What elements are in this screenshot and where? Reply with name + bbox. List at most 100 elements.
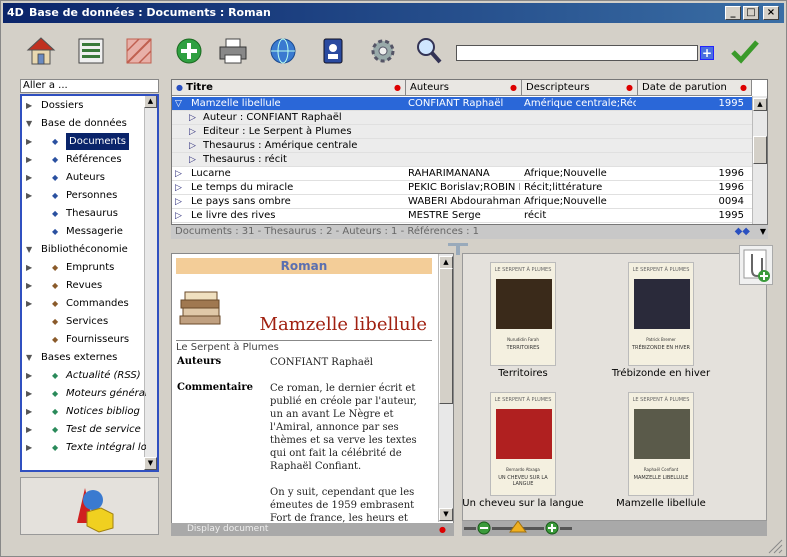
print-icon[interactable] <box>217 35 249 67</box>
sidebar-item-label: Bibliothéconomie <box>41 244 128 255</box>
book-cover[interactable]: LE SERPENT À PLUMES Bernardo Atxaga UN CHE… <box>490 392 556 496</box>
sidebar-item[interactable]: ▼ Base de données <box>22 115 146 132</box>
books-icon <box>179 291 221 325</box>
sidebar-item[interactable]: ▶ ◆ Actualité (RSS) <box>22 367 146 384</box>
document-scrollbar[interactable]: ▲ ▼ <box>438 254 453 522</box>
sidebar-item[interactable]: ▼ Bases externes <box>22 349 146 366</box>
column-header-title[interactable]: ● Titre ● <box>172 80 406 96</box>
table-row[interactable]: ▷ Lucarne RAHARIMANANA Afrique;Nouvelle 1996 <box>172 167 752 181</box>
collapsed-arrow-icon[interactable]: ▶ <box>26 277 32 294</box>
search-icon[interactable] <box>413 35 445 67</box>
scroll-down-icon[interactable]: ▼ <box>144 457 157 470</box>
table-subrow[interactable]: ▷ Thesaurus : récit <box>172 153 752 167</box>
required-dot-icon: ● <box>740 83 747 92</box>
collapsed-arrow-icon[interactable]: ▷ <box>189 139 196 153</box>
table-scrollbar[interactable]: ▲ ▼ <box>752 96 767 224</box>
search-plus-button[interactable]: + <box>700 46 714 60</box>
table-subrow[interactable]: ▷ Thesaurus : Amérique centrale <box>172 139 752 153</box>
scroll-up-icon[interactable]: ▲ <box>753 98 767 111</box>
document-publisher: Le Serpent à Plumes <box>176 340 432 353</box>
collapsed-arrow-icon[interactable]: ▶ <box>26 133 32 150</box>
collapsed-arrow-icon[interactable]: ▶ <box>26 439 32 456</box>
expanded-arrow-icon[interactable]: ▼ <box>26 241 32 258</box>
sidebar-item[interactable]: ▼ Bibliothéconomie <box>22 241 146 258</box>
book-cover[interactable]: LE SERPENT À PLUMES Nurudidin Farah TERRIT… <box>490 262 556 366</box>
collapsed-arrow-icon[interactable]: ▶ <box>26 367 32 384</box>
scroll-thumb[interactable] <box>753 136 767 164</box>
table-subrow[interactable]: ▷ Auteur : CONFIANT Raphaël <box>172 111 752 125</box>
validate-icon[interactable] <box>729 35 761 67</box>
table-subrow[interactable]: ▷ Editeur : Le Serpent à Plumes <box>172 125 752 139</box>
cover-publisher: LE SERPENT À PLUMES <box>494 267 552 273</box>
collapsed-arrow-icon[interactable]: ▷ <box>189 153 196 167</box>
sidebar-item[interactable]: ▶ ◆ Documents <box>22 133 146 150</box>
collapsed-arrow-icon[interactable]: ▶ <box>26 295 32 312</box>
collapsed-arrow-icon[interactable]: ▶ <box>26 151 32 168</box>
collapsed-arrow-icon[interactable]: ▷ <box>189 125 196 139</box>
table-cell: Amérique centrale;Récit <box>524 98 636 109</box>
sidebar-item[interactable]: ◆ Services <box>22 313 146 330</box>
book-cover[interactable]: LE SERPENT À PLUMES Patrick Bremer TRÉBIZO… <box>628 262 694 366</box>
sidebar-item[interactable]: ▶ ◆ Moteurs général <box>22 385 146 402</box>
list-icon[interactable] <box>75 35 107 67</box>
results-table: ● Titre ● Auteurs ● Descripteurs ● Date … <box>171 79 768 225</box>
minimize-button[interactable]: _ <box>725 6 741 20</box>
table-row[interactable]: ▽ Mamzelle libellule CONFIANT Raphaël Améri… <box>172 97 752 111</box>
add-icon[interactable] <box>173 35 205 67</box>
sidebar-item[interactable]: ▶ ◆ Personnes <box>22 187 146 204</box>
book-cover[interactable]: LE SERPENT À PLUMES Raphaël Confiant MAMZE… <box>628 392 694 496</box>
sidebar-item[interactable]: ▶ ◆ Notices bibliog <box>22 403 146 420</box>
collapsed-arrow-icon[interactable]: ▶ <box>26 421 32 438</box>
collapsed-arrow-icon[interactable]: ▷ <box>175 195 182 209</box>
zoom-slider-icon[interactable] <box>509 520 527 533</box>
collapsed-arrow-icon[interactable]: ▶ <box>26 169 32 186</box>
dictionary-icon[interactable] <box>317 35 349 67</box>
collapsed-arrow-icon[interactable]: ▶ <box>26 97 32 114</box>
maximize-button[interactable]: □ <box>743 6 759 20</box>
sidebar-item[interactable]: ▶ Dossiers <box>22 97 146 114</box>
resize-grip-icon[interactable] <box>765 538 783 554</box>
sidebar-item[interactable]: ◆ Fournisseurs <box>22 331 146 348</box>
home-icon[interactable] <box>25 35 57 67</box>
sidebar-item[interactable]: ◆ Messagerie <box>22 223 146 240</box>
table-row[interactable]: ▷ Le temps du miracle PEKIC Borislav;ROBIN… <box>172 181 752 195</box>
expanded-arrow-icon[interactable]: ▼ <box>26 115 32 132</box>
disabled-icon <box>126 38 152 64</box>
sidebar-item[interactable]: ◆ Thesaurus <box>22 205 146 222</box>
sidebar-item[interactable]: ▶ ◆ Revues <box>22 277 146 294</box>
scroll-down-icon[interactable]: ▼ <box>760 225 766 239</box>
attachment-icon[interactable] <box>739 245 773 285</box>
sidebar-item[interactable]: ▶ ◆ Texte intégral lo <box>22 439 146 456</box>
collapsed-arrow-icon[interactable]: ▷ <box>189 111 196 125</box>
settings-icon[interactable] <box>367 35 399 67</box>
collapsed-arrow-icon[interactable]: ▶ <box>26 187 32 204</box>
column-header-date[interactable]: Date de parution ● <box>638 80 752 96</box>
nav-arrows-icon[interactable]: ◆◆ <box>735 225 750 239</box>
collapsed-arrow-icon[interactable]: ▷ <box>175 209 182 223</box>
export-icon[interactable] <box>267 35 299 67</box>
collapsed-arrow-icon[interactable]: ▶ <box>26 403 32 420</box>
collapsed-arrow-icon[interactable]: ▶ <box>26 259 32 276</box>
table-icon: ◆ <box>52 191 59 200</box>
close-button[interactable]: × <box>763 6 779 20</box>
search-input[interactable] <box>456 45 698 61</box>
collapsed-arrow-icon[interactable]: ▷ <box>175 181 182 195</box>
expanded-arrow-icon[interactable]: ▽ <box>175 97 182 111</box>
collapsed-arrow-icon[interactable]: ▶ <box>26 385 32 402</box>
column-header-authors[interactable]: Auteurs ● <box>406 80 522 96</box>
column-header-descriptors[interactable]: Descripteurs ● <box>522 80 638 96</box>
scroll-thumb[interactable] <box>439 268 453 404</box>
sidebar-item[interactable]: ▶ ◆ Emprunts <box>22 259 146 276</box>
table-row[interactable]: ▷ Le pays sans ombre WABERI Abdourahman A A… <box>172 195 752 209</box>
column-label: Date de parution <box>642 82 727 93</box>
cover-caption: Un cheveu sur la langue <box>462 498 584 509</box>
sidebar-item[interactable]: ▶ ◆ Références <box>22 151 146 168</box>
scroll-down-icon[interactable]: ▼ <box>439 508 453 521</box>
goto-dropdown[interactable]: Aller a ... <box>20 79 159 93</box>
sidebar-item[interactable]: ▶ ◆ Auteurs <box>22 169 146 186</box>
sidebar-item[interactable]: ▶ ◆ Commandes <box>22 295 146 312</box>
collapsed-arrow-icon[interactable]: ▷ <box>175 167 182 181</box>
expanded-arrow-icon[interactable]: ▼ <box>26 349 32 366</box>
table-row[interactable]: ▷ Le livre des rives MESTRE Serge récit 1995 <box>172 209 752 223</box>
sidebar-item[interactable]: ▶ ◆ Test de service <box>22 421 146 438</box>
